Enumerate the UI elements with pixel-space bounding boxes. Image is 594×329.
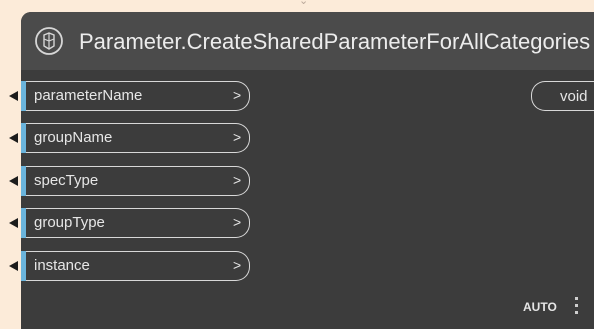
output-port-void[interactable]: void	[531, 81, 594, 111]
port-label: instance	[34, 257, 90, 274]
port-label: groupType	[34, 214, 105, 231]
node-menu-icon[interactable]	[573, 297, 579, 319]
port-accent	[21, 166, 26, 196]
port-label: groupName	[34, 129, 113, 146]
port-accent	[21, 251, 26, 281]
port-accent	[21, 123, 26, 153]
port-connector-icon[interactable]	[9, 133, 18, 143]
node-title: Parameter.CreateSharedParameterForAllCat…	[79, 29, 591, 54]
port-accent	[21, 208, 26, 238]
dynamo-node[interactable]: Parameter.CreateSharedParameterForAllCat…	[9, 12, 594, 329]
collapse-chevron-icon[interactable]: ⌄	[299, 0, 308, 7]
port-label: parameterName	[34, 87, 143, 104]
port-accent	[21, 81, 26, 111]
output-label: void	[560, 88, 588, 105]
dynamo-canvas[interactable]: ⌄ Parameter.CreateSharedParameterForAllC…	[0, 0, 594, 329]
port-connector-icon[interactable]	[9, 218, 18, 228]
port-connector-icon[interactable]	[9, 261, 18, 271]
lacing-indicator: AUTO	[523, 300, 557, 314]
port-label: specType	[34, 172, 99, 189]
node-header[interactable]: Parameter.CreateSharedParameterForAllCat…	[21, 12, 594, 70]
port-connector-icon[interactable]	[9, 91, 18, 101]
revit-parameter-icon	[35, 27, 63, 55]
port-connector-icon[interactable]	[9, 176, 18, 186]
